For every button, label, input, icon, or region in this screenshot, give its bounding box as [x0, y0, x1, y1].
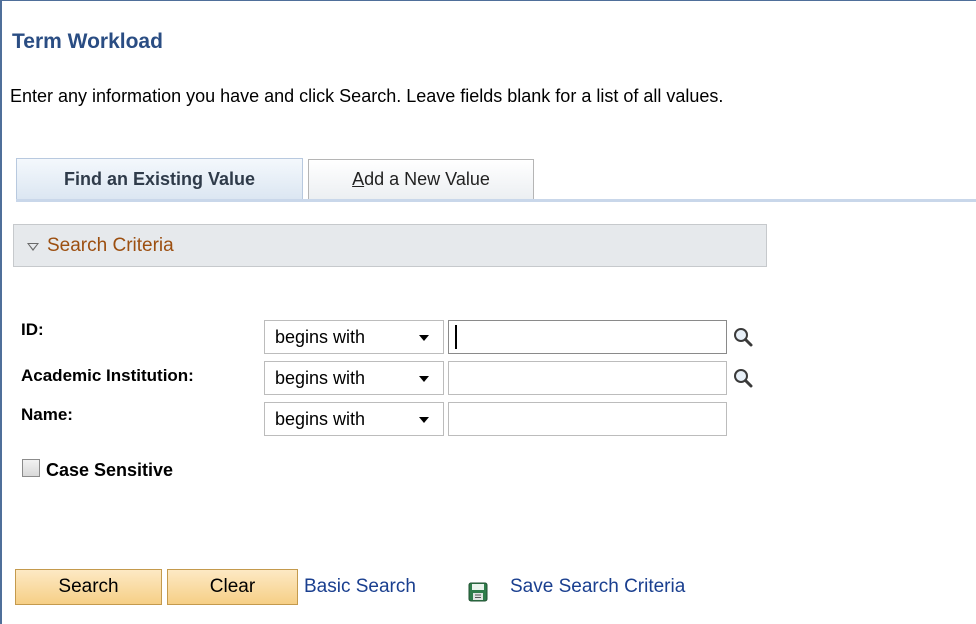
search-criteria-section-header[interactable]: Search Criteria — [13, 224, 767, 267]
chevron-down-icon — [419, 335, 429, 341]
basic-search-link[interactable]: Basic Search — [304, 576, 416, 598]
tab-find-existing-value-label: Find an Existing Value — [63, 169, 256, 189]
chevron-down-icon — [419, 417, 429, 423]
name-operator-select[interactable]: begins with — [264, 402, 444, 436]
academic-institution-lookup-icon[interactable] — [732, 367, 754, 389]
tab-add-new-value-accelerator: A — [352, 169, 365, 189]
page-title: Term Workload — [12, 30, 163, 53]
academic-institution-operator-select[interactable]: begins with — [264, 361, 444, 395]
case-sensitive-label: Case Sensitive — [46, 460, 174, 480]
id-lookup-icon[interactable] — [732, 326, 754, 348]
tab-add-new-value-label: Add a New Value — [352, 169, 490, 190]
search-button[interactable]: Search — [15, 569, 162, 605]
tab-find-existing-value[interactable]: Find an Existing Value — [16, 158, 303, 200]
name-input[interactable] — [448, 402, 727, 436]
save-icon[interactable] — [468, 582, 488, 602]
tab-underline — [16, 199, 976, 202]
case-sensitive-checkbox[interactable] — [22, 459, 40, 477]
id-input[interactable] — [448, 320, 727, 354]
collapse-triangle-icon[interactable] — [27, 242, 39, 251]
text-caret — [455, 325, 457, 349]
academic-institution-input[interactable] — [448, 361, 727, 395]
id-operator-value: begins with — [275, 326, 366, 347]
search-criteria-title: Search Criteria — [47, 234, 174, 256]
tab-add-new-value[interactable]: Add a New Value — [308, 159, 534, 199]
id-operator-select[interactable]: begins with — [264, 320, 444, 354]
tab-add-new-value-text: dd a New Value — [364, 169, 490, 189]
save-search-criteria-link[interactable]: Save Search Criteria — [510, 576, 685, 598]
name-operator-value: begins with — [275, 408, 366, 429]
window-frame-top — [0, 0, 976, 1]
page-instructions: Enter any information you have and click… — [10, 86, 724, 106]
window-frame-left — [0, 0, 2, 624]
academic-institution-operator-value: begins with — [275, 367, 366, 388]
academic-institution-label: Academic Institution: — [21, 366, 194, 385]
clear-button[interactable]: Clear — [167, 569, 298, 605]
chevron-down-icon — [419, 376, 429, 382]
name-label: Name: — [21, 405, 73, 424]
id-label: ID: — [21, 320, 44, 339]
